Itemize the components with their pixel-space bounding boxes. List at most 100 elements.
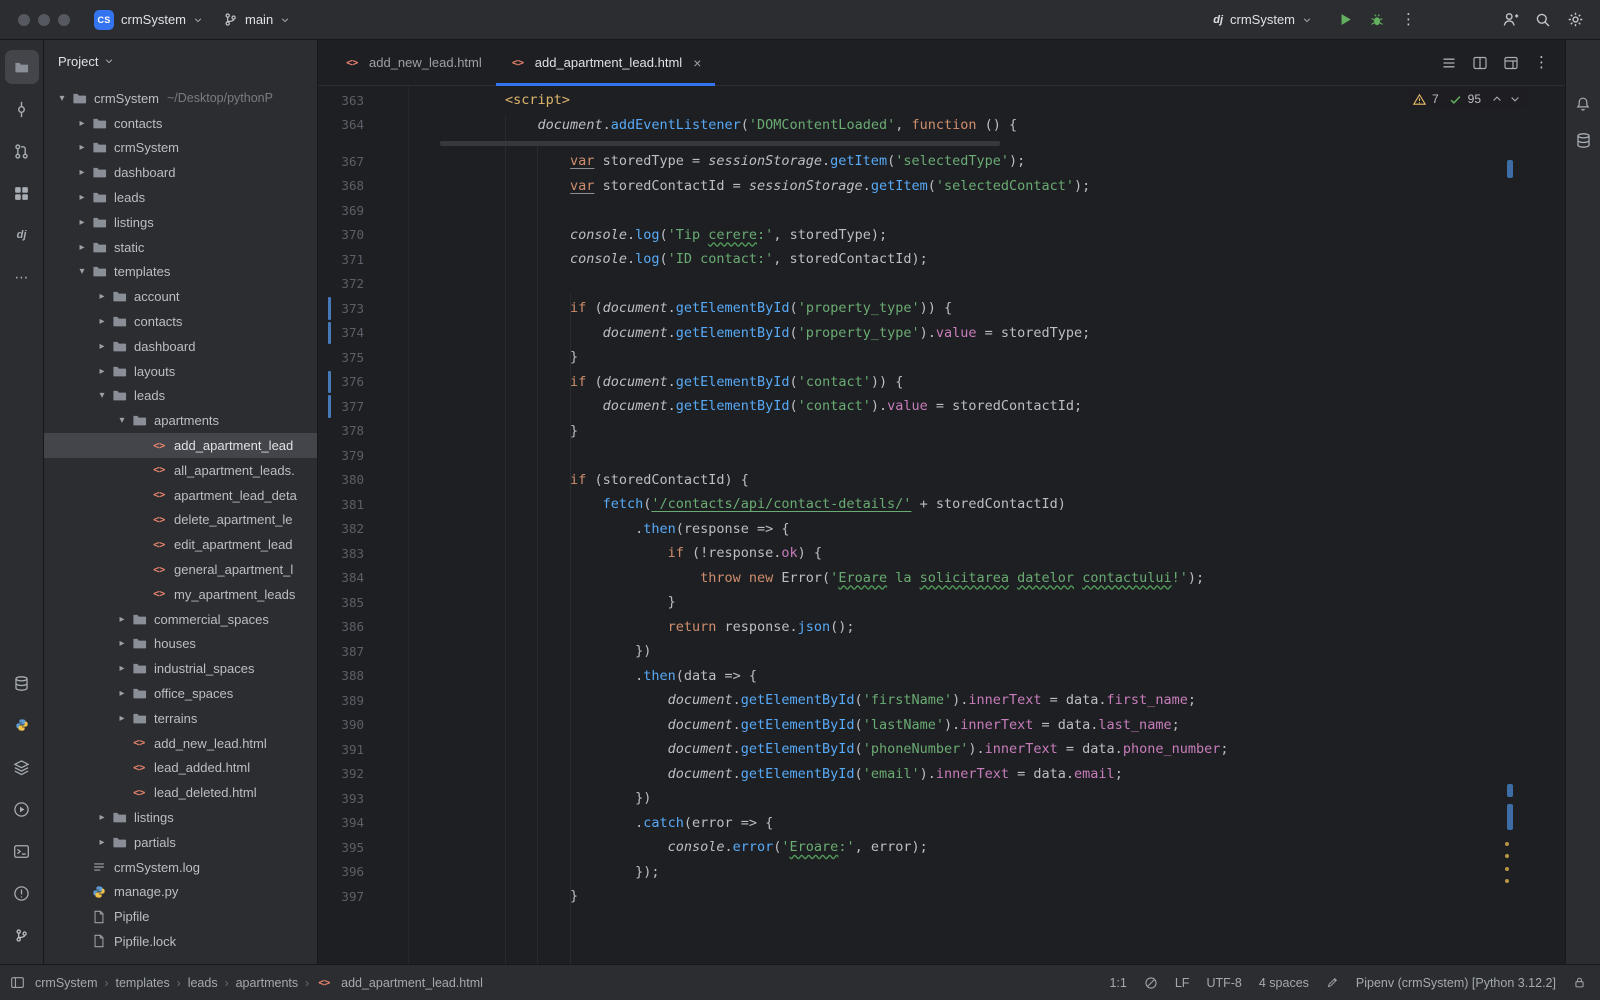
code-line-385[interactable]: 385 }	[318, 590, 1565, 615]
tree-item-add-new-lead-html[interactable]: <>add_new_lead.html	[44, 731, 317, 756]
branch-widget[interactable]: main	[213, 8, 300, 31]
line-separator[interactable]: LF	[1175, 976, 1190, 990]
tree-item-listings[interactable]: ▸listings	[44, 210, 317, 235]
structure-tool-icon[interactable]	[5, 176, 39, 210]
search-everywhere-icon[interactable]	[1535, 12, 1551, 28]
chevron-down-icon[interactable]: ▾	[74, 266, 90, 277]
scrollbar-mark[interactable]	[1505, 867, 1509, 871]
tree-item-crmsystem-log[interactable]: crmSystem.log	[44, 855, 317, 880]
code-line-363[interactable]: 363 <script>	[318, 88, 1565, 113]
problems-tool-icon[interactable]	[5, 876, 39, 910]
commit-tool-icon[interactable]	[5, 92, 39, 126]
caret-position[interactable]: 1:1	[1109, 976, 1126, 990]
code-line-393[interactable]: 393 })	[318, 786, 1565, 811]
tree-item-add-apartment-lead[interactable]: <>add_apartment_lead	[44, 433, 317, 458]
tree-item-leads[interactable]: ▾leads	[44, 384, 317, 409]
tree-item-lead-added-html[interactable]: <>lead_added.html	[44, 756, 317, 781]
edit-mode-icon[interactable]	[1326, 976, 1339, 989]
services-tool-icon[interactable]	[5, 792, 39, 826]
scrollbar-mark[interactable]	[1507, 160, 1513, 178]
chevron-right-icon[interactable]: ▸	[114, 663, 130, 674]
chevron-right-icon[interactable]: ▸	[74, 217, 90, 228]
chevron-right-icon[interactable]: ▸	[74, 118, 90, 129]
code-line-391[interactable]: 391 document.getElementById('phoneNumber…	[318, 737, 1565, 762]
version-control-tool-icon[interactable]	[5, 918, 39, 952]
previous-problem-icon[interactable]	[1491, 93, 1503, 105]
tree-item-contacts[interactable]: ▸contacts	[44, 111, 317, 136]
tree-item-my-apartment-leads[interactable]: <>my_apartment_leads	[44, 582, 317, 607]
tab-add-new-lead-html[interactable]: <>add_new_lead.html	[330, 40, 496, 85]
chevron-down-icon[interactable]: ▾	[114, 415, 130, 426]
breadcrumb-item[interactable]: templates	[116, 976, 170, 990]
tree-item-apartments[interactable]: ▾apartments	[44, 408, 317, 433]
tree-item-all-apartment-leads[interactable]: <>all_apartment_leads.	[44, 458, 317, 483]
more-editor-actions-icon[interactable]: ⋮	[1534, 55, 1549, 70]
database-tool-icon[interactable]	[1568, 125, 1598, 155]
python-interpreter[interactable]: Pipenv (crmSystem) [Python 3.12.2]	[1356, 976, 1556, 990]
chevron-right-icon[interactable]: ▸	[94, 812, 110, 823]
code-with-me-icon[interactable]	[1502, 11, 1519, 28]
terminal-tool-icon[interactable]	[5, 834, 39, 868]
tree-item-dashboard[interactable]: ▸dashboard	[44, 334, 317, 359]
file-structure-icon[interactable]	[1441, 55, 1457, 71]
code-line-396[interactable]: 396 });	[318, 860, 1565, 885]
window-layout-icon[interactable]	[1503, 55, 1519, 71]
tree-item-houses[interactable]: ▸houses	[44, 632, 317, 657]
code-line-364[interactable]: 364 document.addEventListener('DOMConten…	[318, 113, 1565, 138]
scrollbar-mark[interactable]	[1507, 804, 1513, 830]
chevron-right-icon[interactable]: ▸	[94, 341, 110, 352]
code-line-379[interactable]: 379	[318, 443, 1565, 468]
code-line-380[interactable]: 380 if (storedContactId) {	[318, 468, 1565, 493]
breadcrumb-item[interactable]: add_apartment_lead.html	[341, 976, 483, 990]
code-line-387[interactable]: 387 })	[318, 639, 1565, 664]
chevron-down-icon[interactable]: ▾	[54, 93, 70, 104]
indent-style[interactable]: 4 spaces	[1259, 976, 1309, 990]
lock-icon[interactable]	[1573, 976, 1586, 989]
breadcrumb-item[interactable]: crmSystem	[35, 976, 98, 990]
chevron-right-icon[interactable]: ▸	[74, 167, 90, 178]
editor-body[interactable]: 363 <script>364 document.addEventListene…	[318, 86, 1565, 964]
code-line-374[interactable]: 374 document.getElementById('property_ty…	[318, 321, 1565, 346]
next-problem-icon[interactable]	[1509, 93, 1521, 105]
tree-item-manage-py[interactable]: manage.py	[44, 880, 317, 905]
settings-icon[interactable]	[1567, 11, 1584, 28]
chevron-right-icon[interactable]: ▸	[114, 713, 130, 724]
tree-item-edit-apartment-lead[interactable]: <>edit_apartment_lead	[44, 532, 317, 557]
project-widget[interactable]: CS crmSystem	[84, 6, 213, 34]
code-line-373[interactable]: 373 if (document.getElementById('propert…	[318, 296, 1565, 321]
chevron-right-icon[interactable]: ▸	[114, 614, 130, 625]
tree-item-partials[interactable]: ▸partials	[44, 830, 317, 855]
more-tool-icon[interactable]: ⋯	[5, 260, 39, 294]
code-line-390[interactable]: 390 document.getElementById('lastName').…	[318, 713, 1565, 738]
code-line-389[interactable]: 389 document.getElementById('firstName')…	[318, 688, 1565, 713]
file-encoding[interactable]: UTF-8	[1206, 976, 1241, 990]
tree-item-layouts[interactable]: ▸layouts	[44, 359, 317, 384]
tree-item-leads[interactable]: ▸leads	[44, 185, 317, 210]
inspections-widget[interactable]: 7 95	[1407, 90, 1527, 108]
code-line-397[interactable]: 397 }	[318, 884, 1565, 909]
tree-item-general-apartment-l[interactable]: <>general_apartment_l	[44, 557, 317, 582]
code-line-394[interactable]: 394 .catch(error => {	[318, 811, 1565, 836]
more-actions-icon[interactable]: ⋮	[1401, 12, 1416, 27]
tree-item-office-spaces[interactable]: ▸office_spaces	[44, 681, 317, 706]
chevron-right-icon[interactable]: ▸	[94, 837, 110, 848]
pull-requests-tool-icon[interactable]	[5, 134, 39, 168]
code-line-376[interactable]: 376 if (document.getElementById('contact…	[318, 370, 1565, 395]
project-panel-header[interactable]: Project	[44, 40, 317, 82]
scrollbar-mark[interactable]	[1507, 784, 1513, 797]
close-window-button[interactable]	[18, 14, 30, 26]
tree-item-crmsystem[interactable]: ▸crmSystem	[44, 136, 317, 161]
chevron-right-icon[interactable]: ▸	[74, 192, 90, 203]
tree-item-lead-deleted-html[interactable]: <>lead_deleted.html	[44, 780, 317, 805]
code-line-378[interactable]: 378 }	[318, 419, 1565, 444]
code-line-370[interactable]: 370 console.log('Tip cerere:', storedTyp…	[318, 223, 1565, 248]
zoom-window-button[interactable]	[58, 14, 70, 26]
code-line-368[interactable]: 368 var storedContactId = sessionStorage…	[318, 174, 1565, 199]
run-button[interactable]	[1338, 12, 1353, 27]
code-line-392[interactable]: 392 document.getElementById('email').inn…	[318, 762, 1565, 787]
tree-item-pipfile[interactable]: Pipfile	[44, 904, 317, 929]
chevron-down-icon[interactable]: ▾	[94, 390, 110, 401]
chevron-right-icon[interactable]: ▸	[74, 142, 90, 153]
tree-item-delete-apartment-le[interactable]: <>delete_apartment_le	[44, 508, 317, 533]
tree-item-templates[interactable]: ▾templates	[44, 260, 317, 285]
